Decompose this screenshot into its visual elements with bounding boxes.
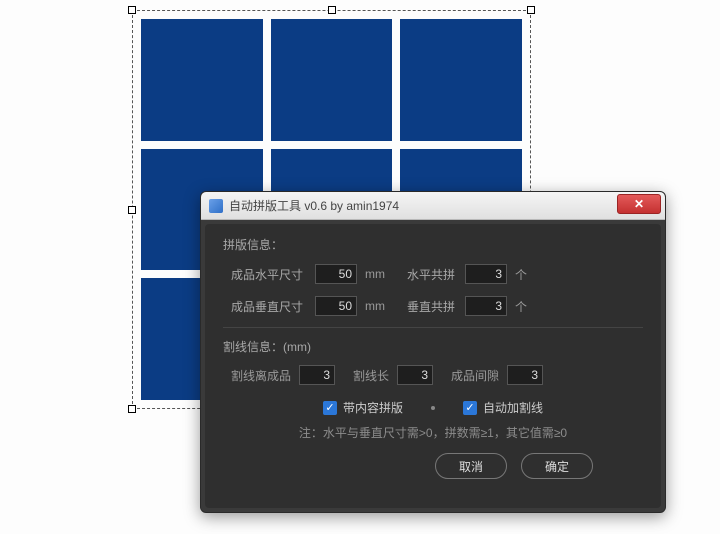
checkbox-auto-cutlines[interactable]: ✓ 自动加割线 — [463, 399, 543, 416]
check-icon: ✓ — [463, 401, 477, 415]
unit-mm: mm — [365, 267, 385, 281]
input-cut-len[interactable] — [397, 365, 433, 385]
dialog-title: 自动拼版工具 v0.6 by amin1974 — [229, 197, 399, 214]
label-cut-dist: 割线离成品 — [231, 367, 291, 384]
section-info-title: 拼版信息： — [223, 236, 643, 253]
input-horiz-size[interactable] — [315, 264, 357, 284]
grid-cell — [141, 19, 263, 141]
handle-ne[interactable] — [527, 6, 535, 14]
label-cut-gap: 成品间隙 — [451, 367, 499, 384]
label-vert-count: 垂直共拼 — [407, 298, 465, 315]
label-horiz-count: 水平共拼 — [407, 266, 465, 283]
check-icon: ✓ — [323, 401, 337, 415]
cancel-button[interactable]: 取消 — [435, 453, 507, 479]
note-text: 注：水平与垂直尺寸需>0，拼数需≥1，其它值需≥0 — [223, 424, 643, 441]
app-icon — [209, 199, 223, 213]
checkbox-label: 带内容拼版 — [343, 399, 403, 416]
checkbox-with-content[interactable]: ✓ 带内容拼版 — [323, 399, 403, 416]
checkbox-row: ✓ 带内容拼版 ✓ 自动加割线 — [223, 399, 643, 416]
handle-n[interactable] — [328, 6, 336, 14]
section-cut-title: 割线信息：(mm) — [223, 338, 643, 355]
dialog-body: 拼版信息： 成品水平尺寸 mm 水平共拼 个 成品垂直尺寸 mm 垂直共拼 个 … — [205, 224, 661, 508]
grid-cell — [271, 19, 393, 141]
titlebar[interactable]: 自动拼版工具 v0.6 by amin1974 ✕ — [201, 192, 665, 220]
input-horiz-count[interactable] — [465, 264, 507, 284]
row-horizontal-size: 成品水平尺寸 mm 水平共拼 个 — [223, 263, 643, 285]
unit-ge: 个 — [515, 266, 527, 283]
close-button[interactable]: ✕ — [617, 194, 661, 214]
section-cut: 割线信息：(mm) 割线离成品 割线长 成品间隙 — [223, 338, 643, 385]
label-cut-len: 割线长 — [353, 367, 389, 384]
input-vert-size[interactable] — [315, 296, 357, 316]
handle-nw[interactable] — [128, 6, 136, 14]
dialog-auto-impose: 自动拼版工具 v0.6 by amin1974 ✕ 拼版信息： 成品水平尺寸 m… — [200, 191, 666, 513]
handle-w[interactable] — [128, 206, 136, 214]
input-cut-dist[interactable] — [299, 365, 335, 385]
input-vert-count[interactable] — [465, 296, 507, 316]
close-icon: ✕ — [634, 197, 644, 211]
handle-sw[interactable] — [128, 405, 136, 413]
ok-button[interactable]: 确定 — [521, 453, 593, 479]
grid-cell — [400, 19, 522, 141]
separator-dot — [431, 406, 435, 410]
unit-mm: mm — [365, 299, 385, 313]
checkbox-label: 自动加割线 — [483, 399, 543, 416]
label-vert-size: 成品垂直尺寸 — [231, 298, 315, 315]
row-cut-params: 割线离成品 割线长 成品间隙 — [231, 365, 643, 385]
divider — [223, 327, 643, 328]
input-cut-gap[interactable] — [507, 365, 543, 385]
label-horiz-size: 成品水平尺寸 — [231, 266, 315, 283]
unit-ge: 个 — [515, 298, 527, 315]
button-row: 取消 确定 — [223, 453, 643, 479]
row-vertical-size: 成品垂直尺寸 mm 垂直共拼 个 — [223, 295, 643, 317]
